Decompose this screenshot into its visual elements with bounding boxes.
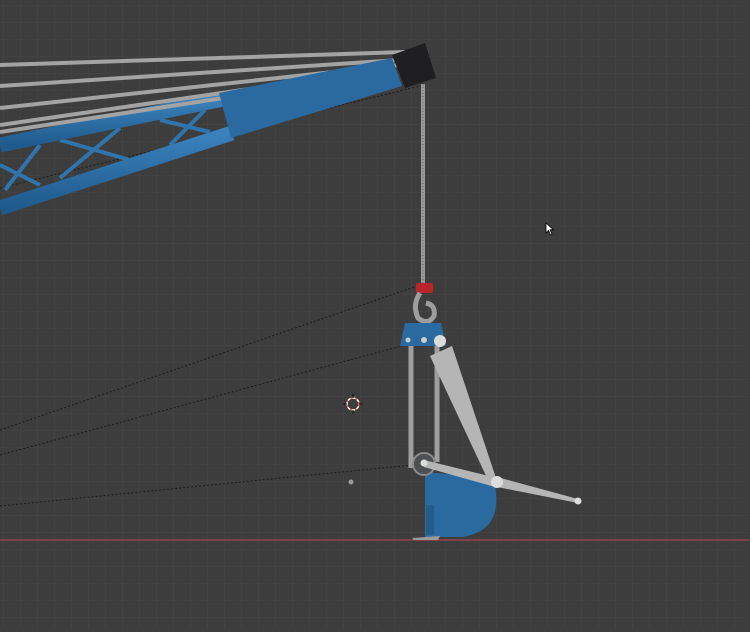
joint-ball — [420, 459, 428, 467]
viewport-canvas[interactable] — [0, 0, 750, 628]
hook-collar[interactable] — [416, 283, 433, 293]
joint-ball — [434, 335, 446, 347]
joint-ball — [574, 497, 582, 505]
3d-viewport[interactable] — [0, 0, 750, 628]
joint-ball — [491, 476, 503, 488]
origin-dot — [348, 479, 354, 485]
